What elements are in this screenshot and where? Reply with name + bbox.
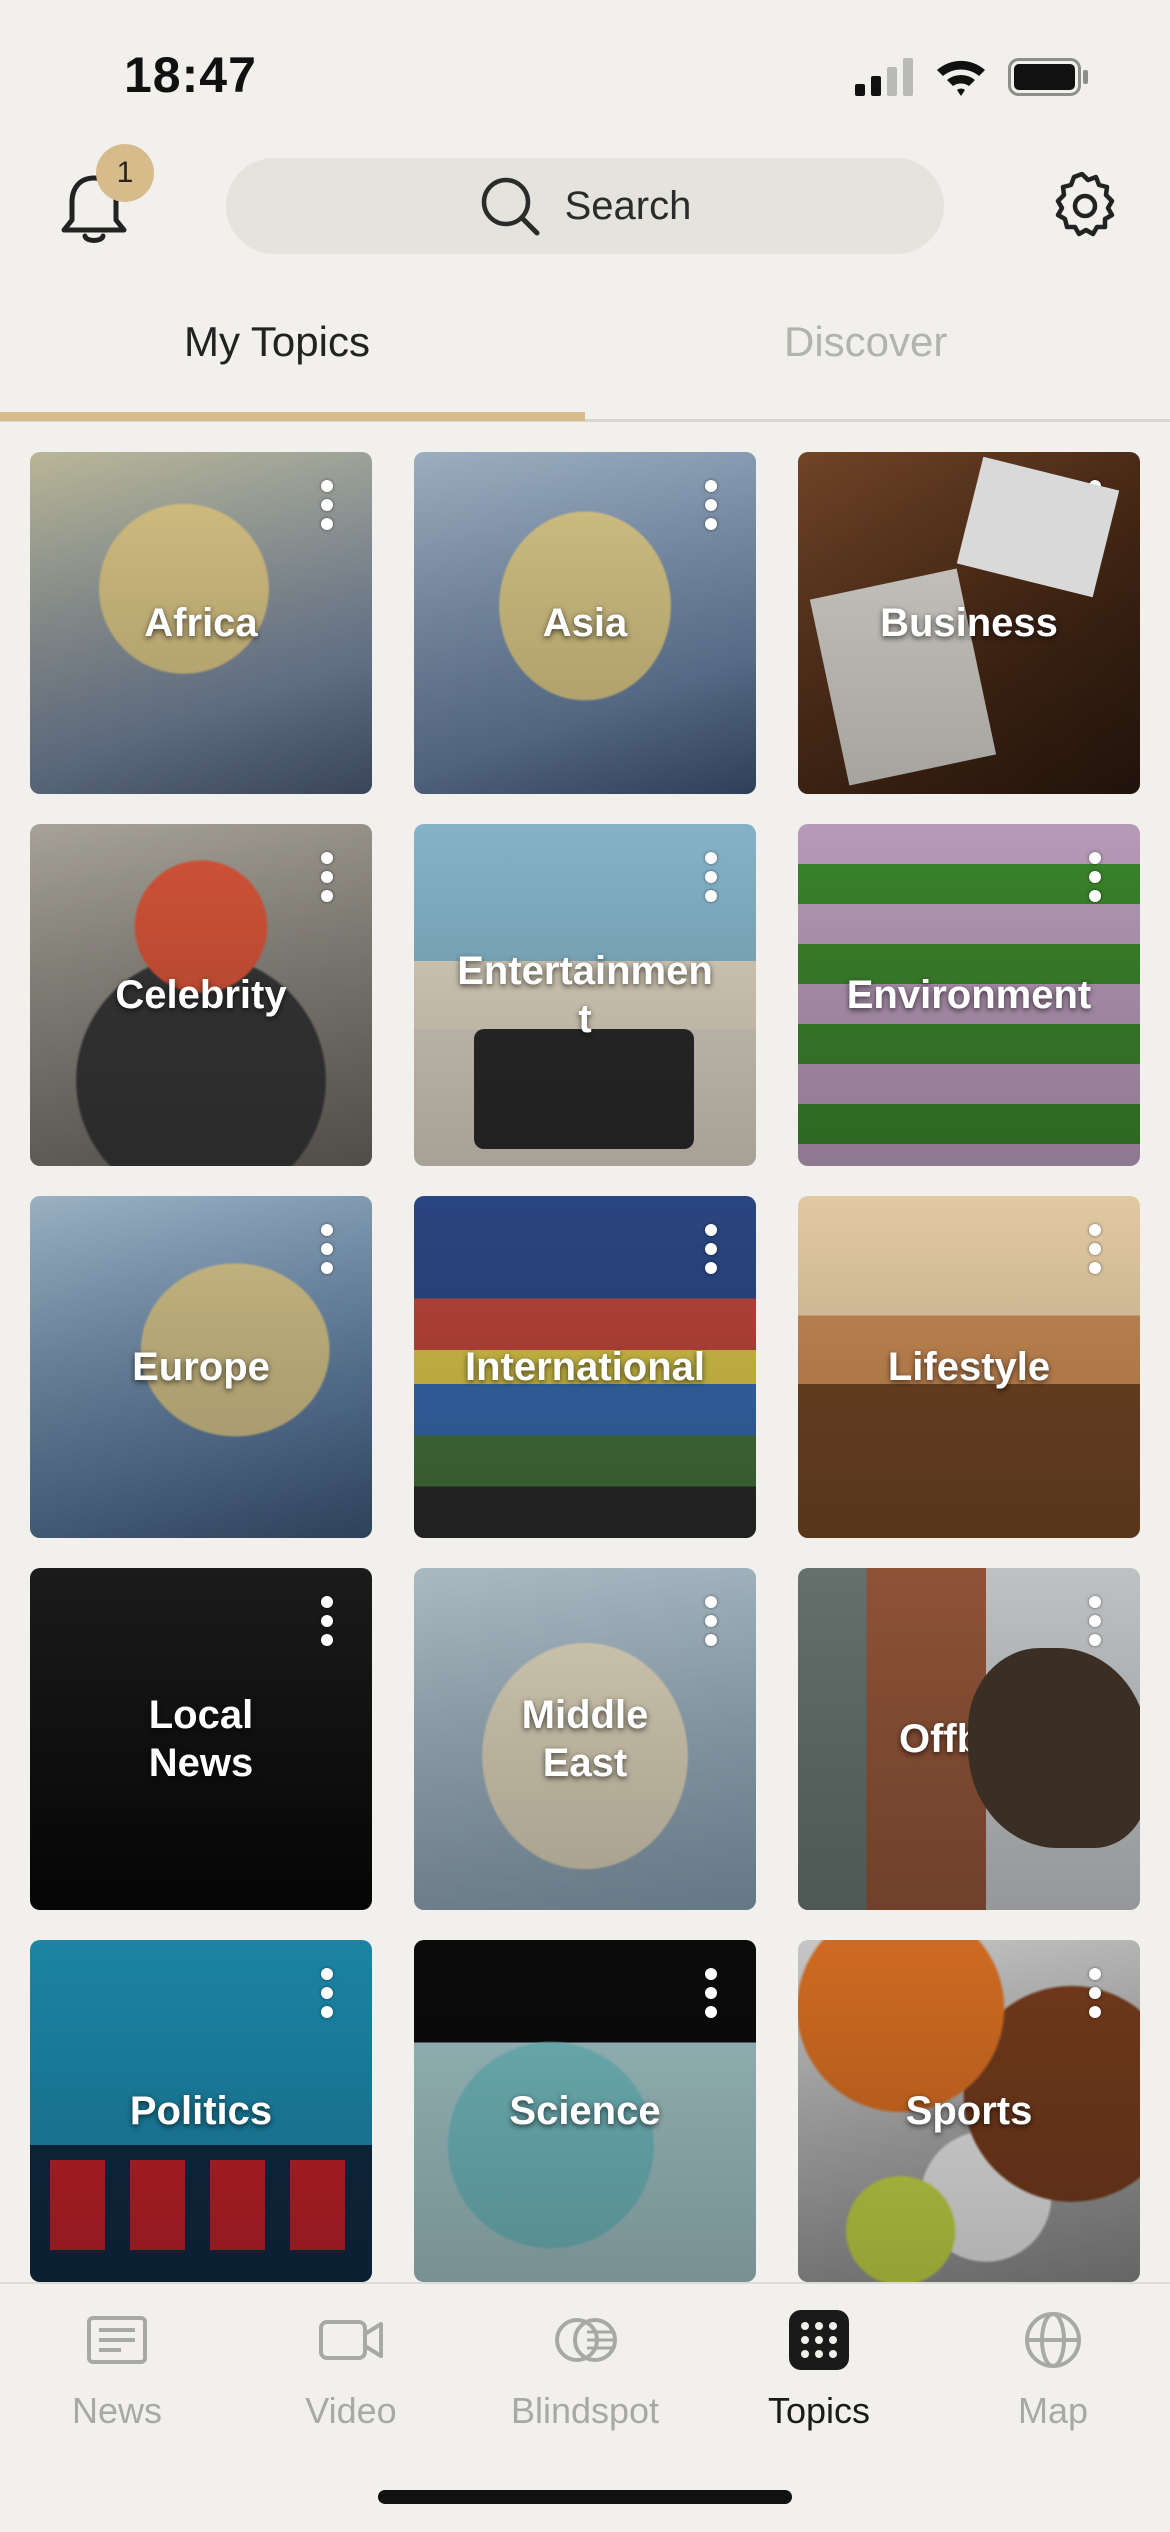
topic-tile-business[interactable]: Business: [798, 452, 1140, 794]
topic-label: Asia: [542, 601, 628, 645]
nav-item-topics[interactable]: Topics: [702, 2304, 936, 2444]
more-options-icon[interactable]: [1088, 852, 1102, 902]
more-options-icon[interactable]: [320, 852, 334, 902]
topic-tile-entertainment[interactable]: Entertainmen t: [414, 824, 756, 1166]
topic-tile-sports[interactable]: Sports: [798, 1940, 1140, 2282]
tab-active-indicator: [0, 412, 585, 421]
more-options-icon[interactable]: [1088, 1596, 1102, 1646]
more-options-icon[interactable]: [704, 480, 718, 530]
tab-my-topics[interactable]: My Topics: [184, 318, 370, 366]
more-options-icon[interactable]: [1088, 1968, 1102, 2018]
more-options-icon[interactable]: [704, 852, 718, 902]
more-options-icon[interactable]: [320, 1224, 334, 1274]
topic-label: Middle East: [521, 1693, 649, 1785]
topic-tile-science[interactable]: Science: [414, 1940, 756, 2282]
nav-label: News: [71, 2390, 163, 2431]
more-options-icon[interactable]: [320, 1968, 334, 2018]
topic-label: Lifestyle: [887, 1345, 1051, 1389]
topic-tile-asia[interactable]: Asia: [414, 452, 756, 794]
topic-tile-local-news[interactable]: Local News: [30, 1568, 372, 1910]
status-bar: 18:47: [0, 0, 1170, 150]
topic-tile-environment[interactable]: Environment: [798, 824, 1140, 1166]
more-options-icon[interactable]: [320, 480, 334, 530]
nav-item-blindspot[interactable]: Blindspot: [468, 2304, 702, 2444]
topic-label: Offbeat: [899, 1717, 1039, 1761]
topic-label: International: [464, 1345, 706, 1389]
topic-tile-international[interactable]: International: [414, 1196, 756, 1538]
gear-icon[interactable]: [1051, 172, 1119, 240]
topics-grid-icon: [789, 2310, 849, 2370]
status-time: 18:47: [124, 47, 257, 103]
topic-label: Environment: [846, 973, 1092, 1017]
notification-badge: 1: [96, 144, 154, 202]
nav-item-map[interactable]: Map: [936, 2304, 1170, 2444]
more-options-icon[interactable]: [1088, 480, 1102, 530]
nav-item-video[interactable]: Video: [234, 2304, 468, 2444]
home-indicator: [378, 2490, 792, 2504]
topic-label: Africa: [144, 601, 258, 645]
topic-tile-europe[interactable]: Europe: [30, 1196, 372, 1538]
topics-grid: Africa Asia Business Celebrity Entertain…: [30, 452, 1140, 2282]
blindspot-icon: [555, 2318, 617, 2362]
newspaper-icon: [87, 2316, 147, 2364]
topic-label: Celebrity: [115, 973, 287, 1017]
nav-label: Map: [1017, 2390, 1089, 2431]
topic-label: Science: [509, 2089, 661, 2133]
nav-label: Video: [305, 2390, 397, 2431]
topic-label: Business: [880, 601, 1058, 645]
search-label: Search: [564, 183, 692, 228]
topic-label: Europe: [132, 1345, 270, 1389]
search-bar[interactable]: Search: [226, 158, 944, 254]
topic-label: Entertainmen t: [457, 949, 713, 1041]
topic-tile-africa[interactable]: Africa: [30, 452, 372, 794]
topic-label: Sports: [905, 2089, 1033, 2133]
topic-tile-offbeat[interactable]: Offbeat: [798, 1568, 1140, 1910]
globe-icon: [1025, 2312, 1081, 2368]
nav-item-news[interactable]: News: [0, 2304, 234, 2444]
wifi-icon: [937, 60, 985, 96]
more-options-icon[interactable]: [320, 1596, 334, 1646]
topic-tile-politics[interactable]: Politics: [30, 1940, 372, 2282]
more-options-icon[interactable]: [704, 1968, 718, 2018]
more-options-icon[interactable]: [1088, 1224, 1102, 1274]
topic-label: Politics: [129, 2089, 273, 2133]
topic-tile-celebrity[interactable]: Celebrity: [30, 824, 372, 1166]
signal-icon: [855, 58, 913, 96]
topic-label: Local News: [148, 1693, 254, 1785]
search-icon: [481, 177, 540, 236]
battery-icon: [1008, 58, 1088, 96]
nav-label: Blindspot: [510, 2390, 660, 2431]
video-camera-icon: [319, 2320, 383, 2360]
topic-tile-middle-east[interactable]: Middle East: [414, 1568, 756, 1910]
more-options-icon[interactable]: [704, 1224, 718, 1274]
topic-tile-lifestyle[interactable]: Lifestyle: [798, 1196, 1140, 1538]
tab-discover[interactable]: Discover: [784, 318, 947, 366]
nav-label: Topics: [767, 2390, 871, 2431]
more-options-icon[interactable]: [704, 1596, 718, 1646]
